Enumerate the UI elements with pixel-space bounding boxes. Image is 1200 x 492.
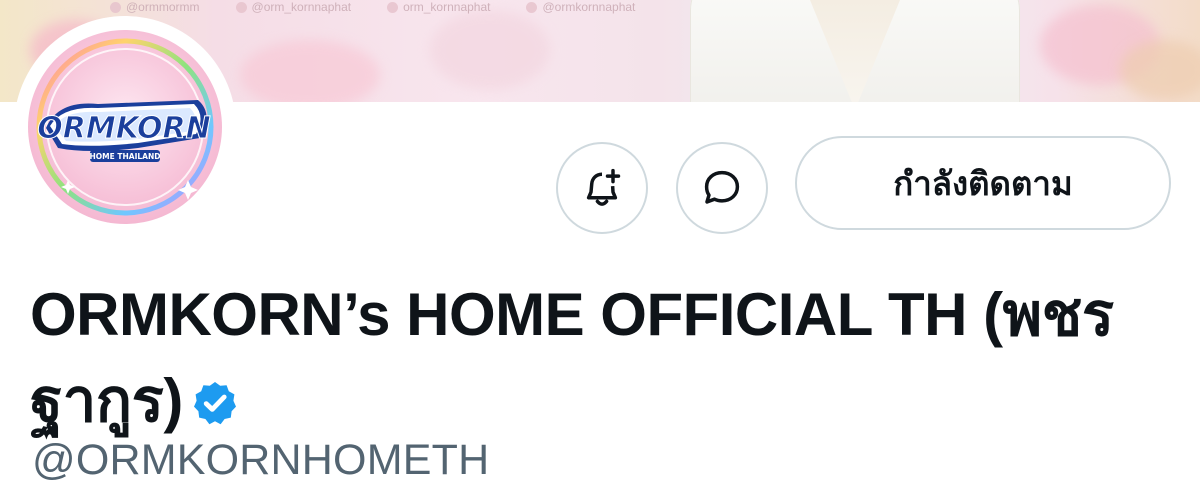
notification-bell-button[interactable]	[556, 142, 648, 234]
profile-avatar[interactable]: ORMKORN HOME THAILAND	[14, 16, 236, 238]
banner-social-handle: orm_kornnaphat	[403, 0, 491, 14]
banner-petal	[240, 40, 380, 102]
logo-subtext: HOME THAILAND	[90, 152, 161, 161]
banner-social-handle: @orm_kornnaphat	[251, 0, 352, 14]
banner-social-handles: @ormmormm @orm_kornnaphat orm_kornnaphat…	[110, 0, 635, 14]
profile-display-name: ORMKORN’s HOME OFFICIAL TH (พชรฐากูร)	[30, 272, 1180, 444]
social-icon	[526, 1, 538, 13]
logo-text: ORMKORN	[37, 111, 211, 146]
following-button[interactable]: กำลังติดตาม	[795, 136, 1171, 230]
social-icon	[235, 1, 247, 13]
social-icon	[110, 1, 121, 13]
profile-handle: @ORMKORNHOMETH	[32, 436, 490, 484]
message-bubble-icon	[704, 170, 740, 204]
verified-badge-icon[interactable]	[191, 379, 239, 427]
message-button[interactable]	[676, 142, 768, 234]
ormkorn-logo: ORMKORN HOME THAILAND	[36, 38, 214, 216]
social-icon	[387, 1, 399, 13]
banner-petal	[1120, 40, 1200, 100]
banner-social-handle: @ormmormm	[126, 0, 200, 14]
notification-bell-plus-icon	[586, 168, 621, 206]
banner-person	[690, 0, 1020, 102]
banner-social-handle: @ormkornnaphat	[542, 0, 636, 14]
banner-petal	[430, 10, 550, 90]
